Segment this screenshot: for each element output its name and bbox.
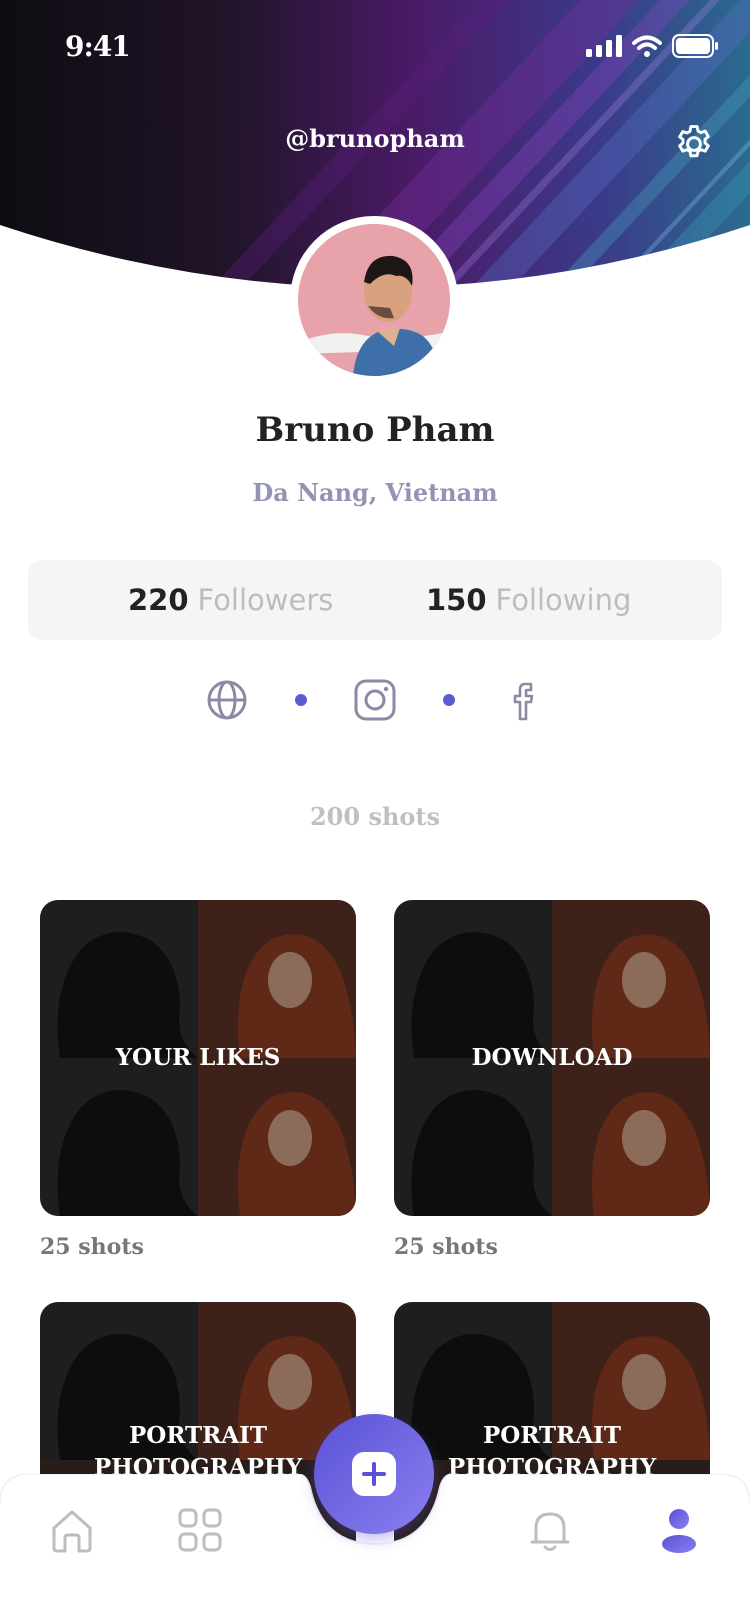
collection-title: DOWNLOAD: [471, 1044, 633, 1071]
shots-total: 200 shots: [309, 802, 441, 831]
stats-bar: 220 Followers 150 Following: [28, 560, 722, 640]
separator-dot: [443, 694, 455, 706]
settings-button[interactable]: [672, 122, 716, 166]
avatar[interactable]: [290, 216, 458, 384]
battery-icon: [672, 34, 718, 58]
portrait-image: [298, 224, 450, 376]
followers-count: 220: [128, 583, 189, 617]
followers-stat[interactable]: 220 Followers: [128, 582, 333, 618]
profile-location: Da Nang, Vietnam: [252, 478, 498, 507]
plus-icon: [362, 1462, 386, 1486]
facebook-icon: [513, 682, 534, 721]
facebook-link[interactable]: [502, 678, 546, 722]
instagram-icon: [354, 679, 396, 721]
profile-icon: [662, 1509, 696, 1553]
instagram-link[interactable]: [353, 678, 397, 722]
collection-title: YOUR LIKES: [115, 1044, 281, 1071]
add-icon: [352, 1452, 396, 1496]
add-shot-button[interactable]: [314, 1414, 434, 1534]
status-icons: [586, 34, 720, 58]
followers-label: Followers: [197, 583, 334, 617]
separator-dot: [295, 694, 307, 706]
collection-card-download[interactable]: DOWNLOAD: [394, 900, 710, 1216]
signal-icon: [586, 35, 622, 57]
grid-icon: [178, 1508, 222, 1552]
collection-count: 25 shots: [394, 1234, 498, 1260]
globe-icon: [207, 680, 247, 720]
following-count: 150: [426, 583, 487, 617]
tab-profile[interactable]: [660, 1508, 698, 1558]
profile-name: Bruno Pham: [255, 410, 495, 450]
status-time: 9:41: [65, 30, 131, 63]
gear-icon: [678, 125, 710, 158]
bell-icon: [530, 1512, 570, 1551]
collection-count: 25 shots: [40, 1234, 144, 1260]
tab-home[interactable]: [50, 1508, 94, 1558]
home-icon: [52, 1510, 92, 1553]
wifi-icon: [632, 35, 662, 57]
website-link[interactable]: [205, 678, 249, 722]
tab-grid[interactable]: [178, 1508, 222, 1556]
collection-card-your-likes[interactable]: YOUR LIKES: [40, 900, 356, 1216]
tab-notifications[interactable]: [528, 1508, 572, 1558]
following-label: Following: [495, 583, 632, 617]
header-username: @brunopham: [285, 124, 465, 153]
following-stat[interactable]: 150 Following: [426, 582, 631, 618]
avatar-photo: [298, 224, 450, 376]
